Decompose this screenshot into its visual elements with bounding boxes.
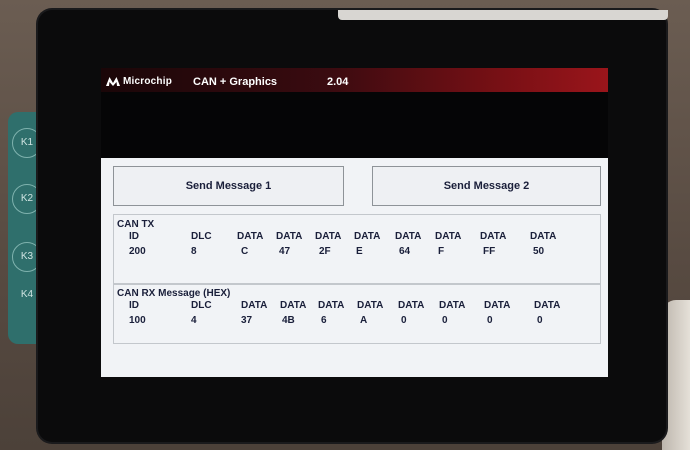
tx-header-id: ID [129, 231, 139, 242]
send-message-2-button[interactable]: Send Message 2 [372, 166, 601, 206]
rx-value-data-6: 0 [487, 315, 493, 326]
rx-header-data-1: DATA [280, 300, 307, 311]
tx-value-data-7: 50 [533, 246, 545, 257]
rx-header-data-6: DATA [484, 300, 511, 311]
tx-value-data-3: E [356, 246, 363, 257]
tx-value-data-1: 47 [279, 246, 291, 257]
tx-header-data-0: DATA [237, 231, 264, 242]
tx-value-data-5: F [438, 246, 445, 257]
brand-name: Microchip [123, 76, 173, 87]
tx-header-data-5: DATA [435, 231, 462, 242]
tx-value-data-0: C [241, 246, 249, 257]
tx-value-id: 200 [129, 246, 146, 257]
rx-value-id: 100 [129, 315, 146, 326]
tx-value-dlc: 8 [191, 246, 197, 257]
tx-header-data-7: DATA [530, 231, 557, 242]
rx-value-data-7: 0 [537, 315, 543, 326]
rx-header-data-5: DATA [439, 300, 466, 311]
rx-header-data-0: DATA [241, 300, 268, 311]
can-rx-label: CAN RX Message (HEX) [117, 288, 231, 299]
send-message-1-button[interactable]: Send Message 1 [113, 166, 344, 206]
microchip-logo-icon [106, 77, 120, 86]
tx-header-data-3: DATA [354, 231, 381, 242]
version-label: 2.04 [327, 76, 349, 88]
rx-value-data-2: 6 [321, 315, 327, 326]
device-top-strip [338, 10, 668, 20]
rx-header-id: ID [129, 300, 139, 311]
rx-value-data-4: 0 [401, 315, 407, 326]
rx-value-data-0: 37 [241, 315, 253, 326]
rx-value-dlc: 4 [191, 315, 197, 326]
rx-header-data-7: DATA [534, 300, 561, 311]
tx-header-dlc: DLC [191, 231, 212, 242]
tx-header-data-4: DATA [395, 231, 422, 242]
can-tx-label: CAN TX [117, 219, 155, 230]
tx-header-data-6: DATA [480, 231, 507, 242]
rx-header-data-3: DATA [357, 300, 384, 311]
rx-value-data-1: 4B [282, 315, 295, 326]
rx-value-data-5: 0 [442, 315, 448, 326]
rx-header-data-2: DATA [318, 300, 345, 311]
tx-value-data-6: FF [483, 246, 496, 257]
rx-value-data-3: A [360, 315, 368, 326]
tx-value-data-4: 64 [399, 246, 411, 257]
tx-header-data-2: DATA [315, 231, 342, 242]
main-panel: Send Message 1 Send Message 2 CAN TX ID … [101, 158, 608, 377]
rx-header-data-4: DATA [398, 300, 425, 311]
rx-header-dlc: DLC [191, 300, 212, 311]
app-title: CAN + Graphics [193, 76, 278, 88]
app-header: Microchip CAN + Graphics 2.04 [101, 68, 608, 92]
tx-value-data-2: 2F [319, 246, 331, 257]
tx-header-data-1: DATA [276, 231, 303, 242]
display-screen: Microchip CAN + Graphics 2.04 Send Messa… [101, 68, 608, 377]
cable [662, 300, 690, 450]
